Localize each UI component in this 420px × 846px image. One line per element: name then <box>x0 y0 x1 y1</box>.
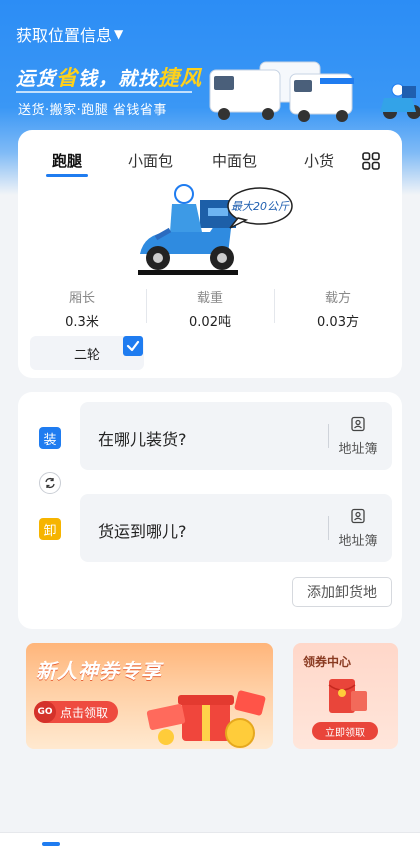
swap-icon <box>45 477 55 489</box>
claim-label: 点击领取 <box>60 705 109 720</box>
coupon-center-banner[interactable]: 领券中心 立即领取 <box>293 643 398 749</box>
spec-label: 载方 <box>324 291 351 306</box>
vehicle-specs: 厢长 0.3米 载重 0.02吨 载方 0.03方 <box>18 287 402 330</box>
spec-value: 0.3米 <box>65 315 99 330</box>
address-book-label: 地址簿 <box>338 534 378 549</box>
go-icon: GO <box>34 701 56 723</box>
vehicle-card: 跑腿 小面包 中面包 小货 最大20公斤 厢长 0.3米 载重 0.02吨 载方… <box>18 130 402 378</box>
load-address-book-button[interactable]: 地址簿 <box>334 416 382 457</box>
unload-address-placeholder: 货运到哪儿? <box>98 522 187 541</box>
new-user-coupon-banner[interactable]: 新人神券专享 点击领取 GO <box>26 643 273 749</box>
gift-coupon-illustration <box>146 690 266 748</box>
unload-tag: 卸 <box>39 518 61 540</box>
wheel-option-label: 二轮 <box>73 347 100 363</box>
van-fleet-illustration <box>209 61 420 122</box>
active-tab-indicator <box>42 842 60 846</box>
tab-medium-van[interactable]: 中面包 <box>212 150 257 171</box>
coupon-center-title: 领券中心 <box>303 655 352 669</box>
divider <box>328 516 329 540</box>
slogan-brand: 捷风 <box>158 66 203 90</box>
address-card: 装 卸 在哪儿装货? 地址簿 货运到哪儿? 地址簿 添加卸货地 <box>18 392 402 629</box>
slogan-part: 钱，就找 <box>78 68 159 90</box>
swap-address-button[interactable] <box>39 472 61 494</box>
address-book-icon <box>351 416 365 432</box>
load-address-field[interactable]: 在哪儿装货? 地址簿 <box>80 402 392 470</box>
slogan: 运货省钱，就找捷风 <box>16 62 202 92</box>
scooter-courier-illustration: 最大20公斤 <box>138 184 293 275</box>
address-book-label: 地址簿 <box>338 442 378 457</box>
load-address-placeholder: 在哪儿装货? <box>98 430 187 449</box>
bottom-tab-bar <box>0 832 420 846</box>
location-selector[interactable]: 获取位置信息 ▼ <box>16 22 123 46</box>
spec-load: 载重 0.02吨 <box>146 287 274 330</box>
spec-label: 载重 <box>196 291 223 306</box>
spec-value: 0.02吨 <box>189 315 231 330</box>
location-label: 获取位置信息 <box>16 26 113 45</box>
unload-address-field[interactable]: 货运到哪儿? 地址簿 <box>80 494 392 562</box>
spec-label: 厢长 <box>68 291 95 306</box>
tab-small-truck[interactable]: 小货 <box>304 150 334 171</box>
claim-now-button[interactable]: 立即领取 <box>312 722 378 740</box>
unload-address-book-button[interactable]: 地址簿 <box>334 508 382 549</box>
caret-down-icon: ▼ <box>114 27 124 41</box>
divider <box>328 424 329 448</box>
slogan-highlight: 省 <box>56 66 79 90</box>
tab-errand[interactable]: 跑腿 <box>45 150 89 177</box>
weight-badge-text: 最大20公斤 <box>231 200 290 213</box>
sub-slogan: 送货·搬家·跑腿 省钱省事 <box>18 103 167 118</box>
spec-length: 厢长 0.3米 <box>18 287 146 330</box>
slogan-underline <box>16 91 192 93</box>
address-book-icon <box>351 508 365 524</box>
vehicle-tabs: 跑腿 小面包 中面包 小货 <box>18 150 402 180</box>
checkmark-icon <box>123 336 143 356</box>
spec-volume: 载方 0.03方 <box>274 287 402 330</box>
tab-small-van[interactable]: 小面包 <box>128 150 173 171</box>
slogan-part: 运货 <box>16 68 57 90</box>
red-envelope-icon <box>328 679 367 713</box>
load-tag: 装 <box>39 427 61 449</box>
spec-value: 0.03方 <box>317 315 359 330</box>
grid-menu-icon[interactable] <box>362 152 380 170</box>
add-unload-button[interactable]: 添加卸货地 <box>292 577 392 607</box>
